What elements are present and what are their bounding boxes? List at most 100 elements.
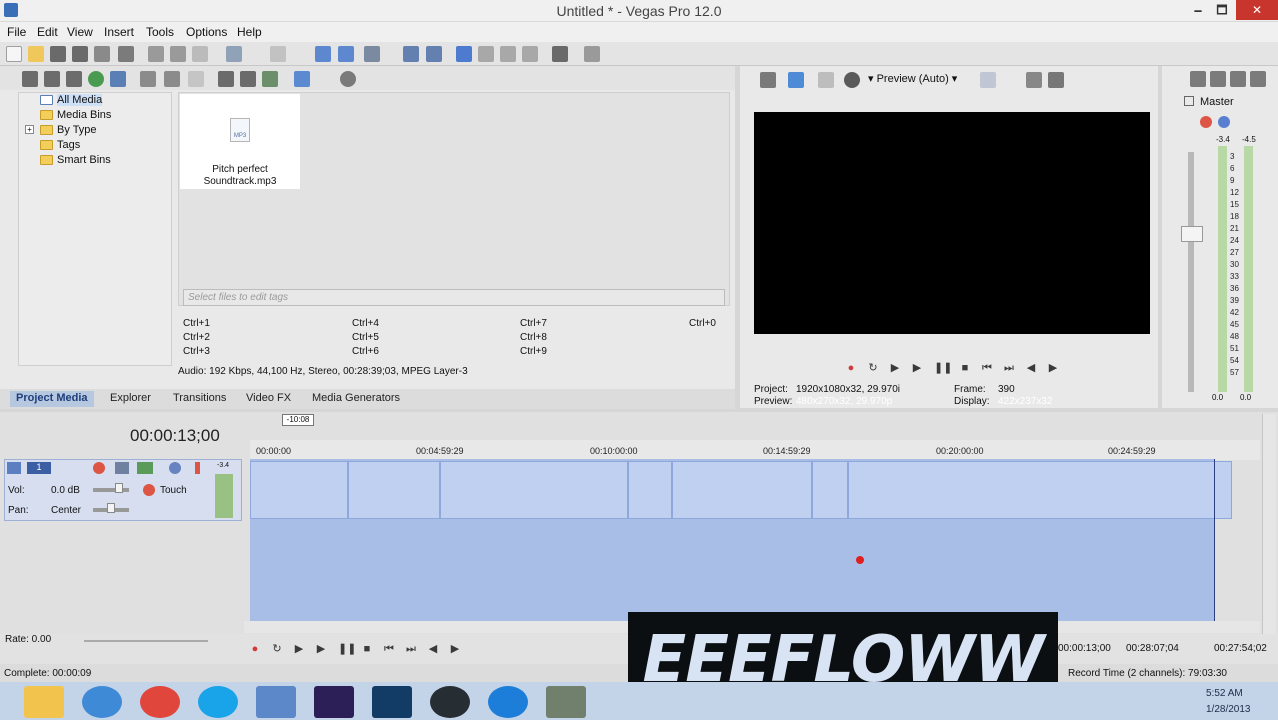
zoom-tool-icon[interactable] (522, 46, 538, 62)
media-file-item[interactable]: MP3 Pitch perfect Soundtrack.mp3 (180, 94, 300, 189)
master-checkbox[interactable] (1184, 96, 1194, 106)
shortcut-ctrl9[interactable]: Ctrl+9 (520, 346, 547, 357)
whats-this-icon[interactable] (584, 46, 600, 62)
downmix-icon[interactable] (1190, 71, 1206, 87)
next-frame-icon[interactable]: ▶ (448, 643, 462, 655)
mixer-properties-icon[interactable] (1230, 71, 1246, 87)
play-icon[interactable]: ▶ (314, 643, 328, 655)
stop-icon[interactable]: ■ (360, 643, 374, 655)
shortcut-ctrl0[interactable]: Ctrl+0 (689, 318, 716, 329)
auto-preview-icon[interactable] (262, 71, 278, 87)
tree-smart-bins[interactable]: Smart Bins (40, 153, 111, 167)
views-icon[interactable] (294, 71, 310, 87)
clock-date[interactable]: 1/28/2013 (1206, 704, 1251, 715)
tree-by-type[interactable]: By Type (40, 123, 97, 137)
save-as-icon[interactable] (72, 46, 88, 62)
audio-event[interactable] (628, 461, 672, 519)
normal-edit-tool-icon[interactable] (456, 46, 472, 62)
render-icon[interactable] (94, 46, 110, 62)
pause-icon[interactable]: ❚❚ (934, 362, 952, 374)
shortcut-ctrl1[interactable]: Ctrl+1 (183, 318, 210, 329)
media-fx-icon[interactable] (110, 71, 126, 87)
record-icon[interactable]: ● (248, 643, 262, 655)
search-media-bins-icon[interactable] (188, 71, 204, 87)
tab-project-media[interactable]: Project Media (10, 391, 94, 407)
record-icon[interactable]: ● (844, 362, 858, 374)
previous-frame-icon[interactable]: ◀ (426, 643, 440, 655)
go-to-start-icon[interactable]: ⏮ (980, 362, 994, 374)
timeline-empty-space[interactable] (250, 521, 1215, 621)
save-snapshot-icon[interactable] (1048, 72, 1064, 88)
stop-icon[interactable] (240, 71, 256, 87)
properties-icon[interactable] (118, 46, 134, 62)
shortcut-ctrl4[interactable]: Ctrl+4 (352, 318, 379, 329)
play-from-start-icon[interactable]: ▶ (292, 643, 306, 655)
vertical-scrollbar[interactable] (1262, 414, 1276, 634)
automation-mode[interactable]: Touch (160, 485, 187, 496)
shortcut-ctrl7[interactable]: Ctrl+7 (520, 318, 547, 329)
menu-view[interactable]: View (67, 25, 93, 39)
track-header[interactable]: 1 Vol: 0.0 dB Touch Pan: Center -3.4 (4, 459, 242, 521)
cinema4d-icon[interactable] (430, 686, 470, 718)
pan-slider-handle[interactable] (107, 503, 115, 513)
tags-input[interactable]: Select files to edit tags (183, 289, 725, 306)
customize-icon[interactable] (552, 46, 568, 62)
refresh-icon[interactable] (88, 71, 104, 87)
capture-icon[interactable] (44, 71, 60, 87)
skype-icon[interactable] (198, 686, 238, 718)
clock-time[interactable]: 5:52 AM (1206, 688, 1243, 699)
tree-all-media[interactable]: All Media (40, 93, 103, 107)
lock-envelopes-icon[interactable] (403, 46, 419, 62)
play-icon[interactable] (218, 71, 234, 87)
video-preview-screen[interactable] (754, 112, 1150, 334)
shortcut-ctrl3[interactable]: Ctrl+3 (183, 346, 210, 357)
shortcut-ctrl8[interactable]: Ctrl+8 (520, 332, 547, 343)
stop-icon[interactable]: ■ (958, 362, 972, 374)
audio-event[interactable] (812, 461, 848, 519)
master-fader-handle[interactable] (1181, 226, 1203, 242)
selection-tool-icon[interactable] (500, 46, 516, 62)
track-collapse-icon[interactable] (7, 462, 21, 474)
volume-slider[interactable] (93, 488, 129, 492)
file-explorer-icon[interactable] (24, 686, 64, 718)
new-icon[interactable] (6, 46, 22, 62)
open-icon[interactable] (28, 46, 44, 62)
track-motion-icon[interactable] (115, 462, 129, 474)
go-to-end-icon[interactable]: ⏭ (404, 643, 418, 655)
shortcut-ctrl6[interactable]: Ctrl+6 (352, 346, 379, 357)
enable-snapping-icon[interactable] (315, 46, 331, 62)
save-icon[interactable] (50, 46, 66, 62)
cut-icon[interactable] (148, 46, 164, 62)
go-to-end-icon[interactable]: ⏭ (1002, 362, 1016, 374)
tab-explorer[interactable]: Explorer (104, 391, 157, 407)
tab-media-generators[interactable]: Media Generators (306, 391, 406, 407)
app-icon[interactable] (546, 686, 586, 718)
rate-slider[interactable] (84, 640, 208, 642)
shortcut-ctrl2[interactable]: Ctrl+2 (183, 332, 210, 343)
tree-media-bins[interactable]: Media Bins (40, 108, 111, 122)
internet-explorer-icon[interactable] (82, 686, 122, 718)
mute-icon[interactable] (169, 462, 181, 474)
properties-media-icon[interactable] (164, 71, 180, 87)
menu-insert[interactable]: Insert (104, 25, 134, 39)
expand-icon[interactable]: + (25, 125, 34, 134)
paste-icon[interactable] (192, 46, 208, 62)
minimize-button[interactable]: 🗕 (1188, 0, 1208, 20)
audio-event[interactable] (440, 461, 628, 519)
photoshop-icon[interactable] (372, 686, 412, 718)
menu-options[interactable]: Options (186, 25, 227, 39)
tree-tags[interactable]: Tags (40, 138, 80, 152)
loop-icon[interactable]: ↻ (866, 362, 880, 374)
ignore-grouping-icon[interactable] (426, 46, 442, 62)
play-from-start-icon[interactable]: ▶ (888, 362, 902, 374)
automation-icon[interactable] (143, 484, 155, 496)
insert-bus-icon[interactable] (1250, 71, 1266, 87)
menu-help[interactable]: Help (237, 25, 262, 39)
copy-icon[interactable] (170, 46, 186, 62)
master-mute-icon[interactable] (1218, 116, 1230, 128)
undo-icon[interactable] (226, 46, 242, 62)
vegas-pro-icon[interactable] (256, 686, 296, 718)
menu-tools[interactable]: Tools (146, 25, 174, 39)
pause-icon[interactable]: ❚❚ (338, 643, 356, 655)
solo-icon[interactable] (195, 462, 200, 474)
